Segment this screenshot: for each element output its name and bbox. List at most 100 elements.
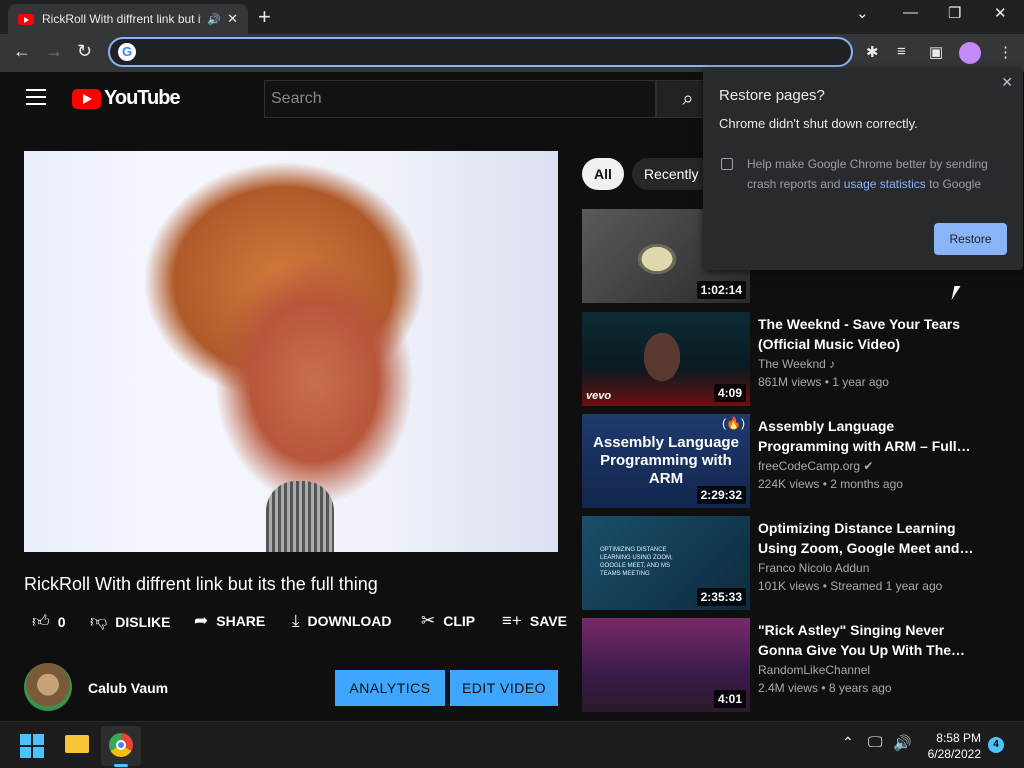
rec-channel[interactable]: freeCodeCamp.org ✔ xyxy=(758,459,873,473)
video-title: RickRoll With diffrent link but its the … xyxy=(24,574,378,594)
add-to-playlist-icon: ≡+ xyxy=(502,611,522,630)
rec-title[interactable]: "Rick Astley" Singing Never Gonna Give Y… xyxy=(758,620,978,660)
music-note-icon: ♪ xyxy=(829,357,836,371)
rec-thumbnail[interactable]: 4:01 xyxy=(582,618,750,712)
rec-title[interactable]: The Weeknd - Save Your Tears (Official M… xyxy=(758,314,978,354)
rec-item[interactable]: vevo 4:09 The Weeknd - Save Your Tears (… xyxy=(582,312,1002,408)
reload-icon[interactable]: ↻ xyxy=(77,41,92,62)
dislike-button[interactable]: 👎︎ DISLIKE xyxy=(90,611,171,632)
youtube-logo-icon[interactable] xyxy=(72,89,101,109)
usage-statistics-link[interactable]: usage statistics xyxy=(844,177,926,191)
notification-badge[interactable]: 4 xyxy=(988,737,1004,753)
rec-thumbnail[interactable]: vevo 4:09 xyxy=(582,312,750,406)
tab-close-icon[interactable]: ✕ xyxy=(227,11,238,27)
video-duration: 1:02:14 xyxy=(696,281,746,299)
speaker-icon[interactable]: 🔊 xyxy=(207,13,221,26)
vevo-badge: vevo xyxy=(586,390,612,402)
start-icon[interactable] xyxy=(20,734,44,758)
restore-button[interactable]: Restore xyxy=(934,223,1007,255)
download-button[interactable]: ⤓ DOWNLOAD xyxy=(292,611,392,631)
forward-icon[interactable]: → xyxy=(45,41,63,62)
menu-icon[interactable] xyxy=(26,89,46,110)
side-panel-icon[interactable]: ▣ xyxy=(929,43,943,61)
verified-icon: ✔ xyxy=(863,459,874,473)
browser-tab[interactable]: RickRoll With diffrent link but its the … xyxy=(8,4,248,34)
analytics-button[interactable]: ANALYTICS xyxy=(335,670,445,706)
address-bar[interactable]: G xyxy=(108,37,853,67)
tab-search-icon[interactable]: ⌄ xyxy=(856,4,869,22)
crash-report-checkbox[interactable] xyxy=(721,158,733,170)
profile-avatar[interactable] xyxy=(959,42,981,64)
video-player[interactable] xyxy=(24,151,558,552)
rec-item[interactable]: OPTIMIZING DISTANCE LEARNING USING ZOOM,… xyxy=(582,516,1002,612)
checkbox-suffix: to Google xyxy=(925,177,982,191)
rec-title[interactable]: Optimizing Distance Learning Using Zoom,… xyxy=(758,518,978,558)
share-label: SHARE xyxy=(216,613,266,629)
back-icon[interactable]: ← xyxy=(13,41,31,62)
rec-channel-name: The Weeknd xyxy=(758,357,826,371)
extensions-icon[interactable]: ✱ xyxy=(866,43,879,61)
chrome-icon[interactable] xyxy=(109,733,133,757)
clock-time: 8:58 PM xyxy=(936,731,981,745)
rec-thumbnail[interactable]: Assembly Language Programming with ARM (… xyxy=(582,414,750,508)
volume-icon[interactable]: 🔊 xyxy=(893,734,912,752)
like-button[interactable]: 👍︎ 0 xyxy=(32,611,66,632)
tab-strip: RickRoll With diffrent link but its the … xyxy=(0,0,1024,34)
new-tab-button[interactable]: + xyxy=(258,4,271,30)
channel-name[interactable]: Calub Vaum xyxy=(88,680,168,696)
active-indicator xyxy=(114,764,128,767)
video-duration: 4:01 xyxy=(713,690,746,708)
save-label: SAVE xyxy=(529,613,567,629)
file-explorer-icon[interactable] xyxy=(65,735,89,753)
rec-meta: 861M views • 1 year ago xyxy=(758,375,889,389)
tab-title: RickRoll With diffrent link but its the … xyxy=(42,12,201,26)
share-button[interactable]: ➦ SHARE xyxy=(194,611,265,631)
youtube-favicon-icon xyxy=(18,13,34,25)
rec-item[interactable]: 4:01 "Rick Astley" Singing Never Gonna G… xyxy=(582,618,1002,714)
thumbnail-text: Assembly Language Programming with ARM xyxy=(593,434,739,487)
checkbox-label: Help make Google Chrome better by sendin… xyxy=(747,154,1007,194)
toolbar: ← → ↻ G ✱ ≡ ▣ ⋮ xyxy=(0,34,1024,72)
save-button[interactable]: ≡+ SAVE xyxy=(502,611,567,631)
youtube-logo-text[interactable]: YouTube xyxy=(104,87,181,110)
restore-window-button[interactable]: ❐ xyxy=(948,4,961,22)
scissors-icon: ✂ xyxy=(421,611,436,630)
video-duration: 4:09 xyxy=(713,384,746,402)
rec-thumbnail[interactable]: OPTIMIZING DISTANCE LEARNING USING ZOOM,… xyxy=(582,516,750,610)
restore-pages-dialog: ✕ Restore pages? Chrome didn't shut down… xyxy=(703,68,1023,270)
download-icon: ⤓ xyxy=(292,611,300,630)
chevron-up-icon[interactable]: ⌃ xyxy=(842,734,854,751)
rec-title[interactable]: Assembly Language Programming with ARM –… xyxy=(758,416,978,456)
minimize-button[interactable]: — xyxy=(903,4,918,21)
close-icon[interactable]: ✕ xyxy=(1001,74,1013,91)
rec-channel[interactable]: RandomLikeChannel xyxy=(758,663,870,677)
network-icon[interactable]: 🖵 xyxy=(868,734,882,751)
channel-avatar[interactable] xyxy=(24,663,72,711)
more-menu-icon[interactable]: ⋮ xyxy=(998,43,1013,61)
microphone-image xyxy=(266,481,334,552)
rec-item[interactable]: Assembly Language Programming with ARM (… xyxy=(582,414,1002,510)
freecodecamp-icon: (🔥) xyxy=(722,416,745,430)
edit-video-button[interactable]: EDIT VIDEO xyxy=(450,670,558,706)
download-label: DOWNLOAD xyxy=(307,613,392,629)
clock-date: 6/28/2022 xyxy=(927,747,981,761)
rec-meta: 2.4M views • 8 years ago xyxy=(758,681,892,695)
thumbnail-text: OPTIMIZING DISTANCE LEARNING USING ZOOM,… xyxy=(600,547,673,577)
dialog-title: Restore pages? xyxy=(719,87,825,104)
search-input[interactable]: Search xyxy=(264,80,656,118)
media-queue-icon[interactable]: ≡ xyxy=(897,43,906,60)
clip-label: CLIP xyxy=(443,613,476,629)
thumbs-up-icon: 👍︎ xyxy=(32,612,50,631)
clock[interactable]: 8:58 PM 6/28/2022 xyxy=(915,730,981,762)
rec-channel-name: freeCodeCamp.org xyxy=(758,459,861,473)
like-count: 0 xyxy=(57,614,66,630)
chip-all[interactable]: All xyxy=(582,158,624,190)
taskbar: ⌃ 🖵 🔊 8:58 PM 6/28/2022 4 xyxy=(0,721,1024,768)
video-duration: 2:29:32 xyxy=(696,486,746,504)
rec-channel[interactable]: The Weeknd ♪ xyxy=(758,357,835,371)
rec-channel[interactable]: Franco Nicolo Addun xyxy=(758,561,869,575)
share-icon: ➦ xyxy=(194,611,209,630)
dislike-label: DISLIKE xyxy=(115,614,171,630)
close-window-button[interactable]: ✕ xyxy=(994,4,1007,22)
clip-button[interactable]: ✂ CLIP xyxy=(421,611,475,631)
